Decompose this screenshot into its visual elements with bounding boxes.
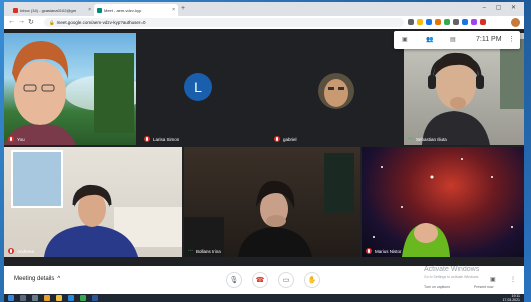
participant-tile[interactable]: Marius Nistor xyxy=(362,147,524,257)
people-icon[interactable]: 👥 xyxy=(426,36,433,43)
address-bar[interactable]: 🔒 meet.google.com/aem-vdzv-kyp?authuser=0 xyxy=(44,18,404,27)
participant-name: Marius Nistor xyxy=(366,248,402,254)
microphone-button[interactable]: 🎙 xyxy=(226,272,242,288)
start-icon[interactable] xyxy=(8,295,14,301)
tab-meet[interactable]: Meet - aem-vdzv-kyp × xyxy=(94,4,178,16)
mic-off-icon xyxy=(366,248,372,254)
extension-icon[interactable] xyxy=(417,19,423,25)
tab-label: Meet - aem-vdzv-kyp xyxy=(104,7,142,13)
hang-up-icon: ☎ xyxy=(255,277,265,284)
taskbar-clock[interactable]: 19:11 17.03.2021 xyxy=(502,294,520,302)
present-label[interactable]: Present now xyxy=(474,285,493,289)
extension-icon[interactable] xyxy=(480,19,486,25)
microphone-icon: 🎙 xyxy=(229,277,239,284)
extension-icon[interactable] xyxy=(462,19,468,25)
browser-toolbar: ← → ↻ 🔒 meet.google.com/aem-vdzv-kyp?auth… xyxy=(4,16,524,29)
close-tab-icon[interactable]: × xyxy=(88,7,91,13)
participant-tile[interactable]: L Larisa Simon xyxy=(140,33,266,145)
camera-button[interactable]: ▭ xyxy=(278,272,294,288)
word-icon[interactable] xyxy=(92,295,98,301)
participant-video xyxy=(11,150,182,257)
forward-icon[interactable]: → xyxy=(18,18,25,25)
gmail-favicon-icon xyxy=(13,7,18,13)
reload-icon[interactable]: ↻ xyxy=(28,18,34,26)
participant-video xyxy=(373,158,513,257)
clock-date: 17.03.2021 xyxy=(502,298,520,302)
file-explorer-icon[interactable] xyxy=(56,295,62,301)
meeting-controls-bar: Meeting details ^ 🎙 ☎ ▭ ✋ Activate Window… xyxy=(4,266,524,295)
extension-icon[interactable] xyxy=(435,19,441,25)
extension-icon[interactable] xyxy=(426,19,432,25)
activate-windows-title: Activate Windows xyxy=(424,266,480,273)
participant-tile[interactable]: Andreea xyxy=(4,147,182,257)
extension-icon[interactable] xyxy=(453,19,459,25)
extension-icon[interactable] xyxy=(408,19,414,25)
new-tab-button[interactable]: + xyxy=(181,5,185,12)
participant-video xyxy=(4,41,136,145)
captions-label[interactable]: Turn on captions xyxy=(424,285,450,289)
participant-avatar: L xyxy=(184,73,212,101)
lock-icon: 🔒 xyxy=(49,20,55,25)
url-text: meet.google.com/aem-vdzv-kyp?authuser=0 xyxy=(56,20,146,25)
hand-raise-button[interactable]: ✋ xyxy=(304,272,320,288)
more-options-icon[interactable]: ⋮ xyxy=(510,276,516,283)
extensions-area xyxy=(408,19,486,26)
hand-icon: ✋ xyxy=(307,277,317,284)
task-view-icon[interactable] xyxy=(32,295,38,301)
participant-name: gabriel xyxy=(274,136,297,142)
meet-favicon-icon xyxy=(97,7,102,13)
present-icon[interactable]: ▣ xyxy=(490,276,496,283)
participant-name: Larisa Simon xyxy=(144,136,179,142)
close-tab-icon[interactable]: × xyxy=(172,7,175,13)
participant-photo xyxy=(318,73,354,109)
speaking-indicator-icon: ⋯ xyxy=(188,248,193,254)
more-options-icon[interactable]: ⋮ xyxy=(508,35,515,43)
search-icon[interactable] xyxy=(20,295,26,301)
meet-window: You L Larisa Simon gabriel ⋯ Sebastian I… xyxy=(4,29,524,295)
browser-tab-strip: Inbox (34) - gcasiana0102@gm × Meet - ae… xyxy=(4,2,524,16)
windows-taskbar: 19:11 17.03.2021 xyxy=(4,294,524,302)
mic-off-icon xyxy=(8,248,14,254)
camera-icon: ▭ xyxy=(282,277,290,284)
activate-windows-subtitle: Go to Settings to activate Windows. xyxy=(424,275,480,279)
leave-call-button[interactable]: ☎ xyxy=(252,272,268,288)
participant-name: Andreea xyxy=(8,248,34,254)
chrome-icon[interactable] xyxy=(44,295,50,301)
window-controls[interactable]: – ▢ ✕ xyxy=(483,4,520,11)
participant-video xyxy=(184,153,354,257)
participant-video xyxy=(422,39,524,145)
meeting-info-pill: ▣ 👥 ▤ 7:11 PM ⋮ xyxy=(394,31,520,49)
info-icon[interactable]: ▣ xyxy=(402,36,408,43)
back-icon[interactable]: ← xyxy=(8,18,15,25)
chevron-up-icon: ^ xyxy=(57,276,61,282)
chat-icon[interactable]: ▤ xyxy=(450,36,456,43)
clock-time: 7:11 PM xyxy=(476,36,502,43)
tab-label: Inbox (34) - gcasiana0102@gm xyxy=(20,7,77,13)
participant-tile[interactable]: ⋯ Sebastian Iliuta xyxy=(404,33,524,145)
participant-tile[interactable]: You xyxy=(4,33,136,145)
meeting-details-button[interactable]: Meeting details ^ xyxy=(14,276,60,282)
app-icon[interactable] xyxy=(80,295,86,301)
mic-off-icon xyxy=(8,136,14,142)
mic-off-icon xyxy=(274,136,280,142)
desktop: Inbox (34) - gcasiana0102@gm × Meet - ae… xyxy=(0,0,531,302)
participant-tile[interactable]: ⋯ Bollans Irina xyxy=(184,147,360,257)
tab-gmail[interactable]: Inbox (34) - gcasiana0102@gm × xyxy=(10,4,94,16)
extension-icon[interactable] xyxy=(444,19,450,25)
participant-tile[interactable]: gabriel xyxy=(270,33,400,145)
participant-name: You xyxy=(8,136,25,142)
speaking-indicator-icon: ⋯ xyxy=(408,136,413,142)
participant-name: ⋯ Bollans Irina xyxy=(188,248,221,254)
participant-name: ⋯ Sebastian Iliuta xyxy=(408,136,447,142)
profile-avatar[interactable] xyxy=(511,18,520,27)
extension-icon[interactable] xyxy=(471,19,477,25)
store-icon[interactable] xyxy=(68,295,74,301)
mic-off-icon xyxy=(144,136,150,142)
